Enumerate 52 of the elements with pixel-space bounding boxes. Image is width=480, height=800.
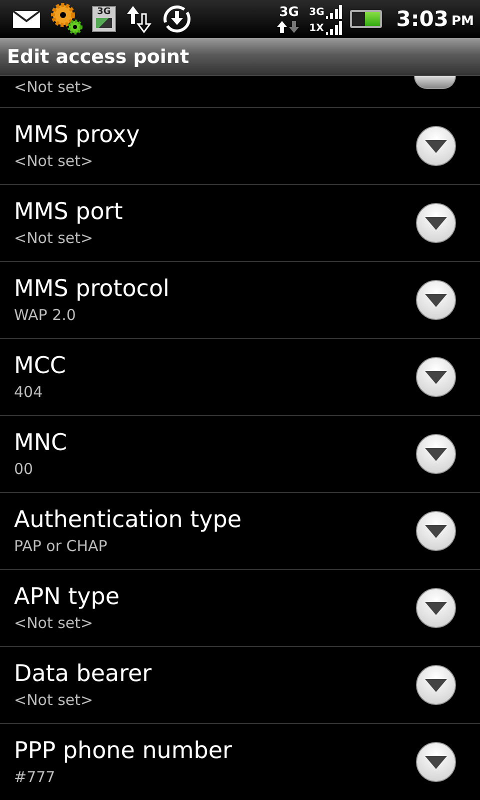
setting-label: MMS protocol [14, 275, 170, 304]
dropdown-button[interactable] [416, 126, 456, 166]
dropdown-button[interactable] [416, 588, 456, 628]
dropdown-button[interactable] [416, 665, 456, 705]
signal-type: 3G [309, 7, 324, 19]
caret-icon [425, 448, 447, 462]
signal-bars-icon [326, 21, 342, 35]
gears-icon [50, 2, 84, 36]
caret-icon [425, 140, 447, 154]
download-sync-icon [162, 4, 192, 34]
data-activity-icon [277, 21, 302, 33]
network-type: 3G [279, 5, 299, 21]
setting-label: MMS port [14, 198, 123, 227]
dropdown-button[interactable] [416, 434, 456, 474]
battery-icon [350, 10, 382, 28]
setting-value: <Not set> [14, 77, 94, 98]
setting-label: APN type [14, 583, 120, 612]
setting-value: WAP 2.0 [14, 305, 77, 326]
dropdown-button[interactable] [416, 280, 456, 320]
data-badge-icon: 3G [92, 6, 116, 32]
caret-icon [425, 294, 447, 308]
caret-icon [425, 217, 447, 231]
clock-period: PM [452, 14, 474, 29]
setting-value: <Not set> [14, 690, 94, 711]
signal-type: 1X [309, 23, 324, 35]
setting-value: 00 [14, 459, 34, 480]
data-transfer-icon [124, 4, 154, 34]
signal-bars-icon [326, 5, 342, 19]
setting-value: <Not set> [14, 228, 94, 249]
setting-value: 404 [14, 382, 44, 403]
dropdown-button[interactable] [416, 203, 456, 243]
dropdown-button[interactable] [416, 357, 456, 397]
caret-icon [425, 602, 447, 616]
caret-icon [425, 525, 447, 539]
dropdown-button[interactable] [414, 76, 456, 89]
setting-label: PPP phone number [14, 737, 232, 766]
dropdown-button[interactable] [416, 511, 456, 551]
screen-title: Edit access point [7, 46, 190, 68]
setting-value: <Not set> [14, 151, 94, 172]
setting-label: MMS proxy [14, 121, 140, 150]
setting-label: Authentication type [14, 506, 242, 535]
clock: 3:03 [396, 7, 449, 31]
setting-value: PAP or CHAP [14, 536, 108, 557]
setting-label: MNC [14, 429, 68, 458]
caret-icon [425, 756, 447, 770]
setting-value: #777 [14, 767, 56, 788]
dropdown-button[interactable] [416, 742, 456, 782]
setting-label: Data bearer [14, 660, 152, 689]
setting-value: <Not set> [14, 613, 94, 634]
setting-label: MCC [14, 352, 66, 381]
caret-icon [425, 679, 447, 693]
caret-icon [425, 371, 447, 385]
